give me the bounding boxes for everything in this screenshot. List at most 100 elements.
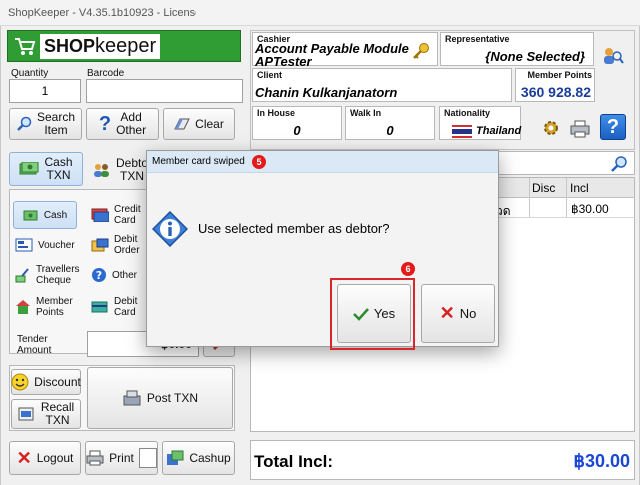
quantity-label: Quantity [11,68,49,79]
representative-label: Representative [445,34,510,44]
payment-debit-card-label: Debit Card [114,296,138,318]
post-txn-label: Post TXN [146,390,199,405]
no-label: No [459,306,477,321]
member-points-icon [15,299,31,315]
cashier-user: APTester [255,55,312,66]
barcode-label: Barcode [87,68,125,79]
member-points-box: Member Points 360 928.82 [515,68,595,102]
in-house-value: 0 [293,123,301,138]
payment-voucher-label: Voucher [38,239,75,251]
cash-txn-label: Cash TXN [44,155,73,182]
payment-other-label: Other [112,269,138,281]
quantity-input[interactable]: 1 [9,79,81,103]
nationality-value: Thailand [476,125,522,137]
dialog-title-bar: Member card swiped 5 [147,151,498,173]
logo-text-shop: SHOP [44,35,96,56]
print-checkbox[interactable] [138,448,157,468]
client-label: Client [257,70,283,80]
thailand-flag-icon [452,125,472,138]
recall-txn-button[interactable]: Recall TXN [11,399,81,429]
representative-value: {None Selected} [485,49,585,64]
clear-label: Clear [195,116,224,131]
col-header-incl: Incl [570,181,589,195]
svg-text:?: ? [96,269,102,282]
search-item-label: Search Item [36,110,76,137]
search-item-button[interactable]: Search Item [9,108,82,140]
cash-txn-button[interactable]: Cash TXN [9,152,83,186]
no-button[interactable]: ✕ No [421,284,495,343]
payment-debit-order[interactable]: Debit Order [91,232,147,258]
payment-other[interactable]: ? Other [91,262,147,288]
cash-register-icon [122,390,142,406]
walk-in-label: Walk In [350,108,382,118]
logout-label: Logout [36,450,74,465]
window-title-bar: ShopKeeper - V4.35.1b10923 - Licensed to… [0,0,640,26]
clear-button[interactable]: Clear [163,108,235,140]
cart-icon [14,36,36,56]
step-badge-5: 5 [252,155,266,169]
total-value: ฿30.00 [573,451,631,471]
in-house-label: In House [257,108,296,118]
payment-member-points-label: Member Points [36,296,73,318]
printer-icon [86,450,104,466]
cashup-button[interactable]: Cashup [162,441,235,475]
step-badge-6: 6 [401,262,415,276]
smiley-icon [11,373,29,391]
close-icon: ✕ [439,303,455,323]
key-icon[interactable] [411,41,431,61]
gear-money-icon[interactable] [541,118,561,138]
representative-box[interactable]: Representative {None Selected} [440,32,594,66]
cashup-icon [166,450,184,466]
representative-lookup-icon[interactable] [602,46,624,66]
cashup-label: Cashup [189,450,231,465]
barcode-input[interactable] [86,79,243,103]
cash-txn-icon [19,162,39,176]
info-icon [151,210,189,250]
discount-button[interactable]: Discount [11,369,81,395]
logout-x-icon: ✕ [16,447,32,468]
magnifier-icon [16,116,32,132]
print-button[interactable]: Print [85,441,158,475]
payment-cash[interactable]: Cash [13,201,77,229]
add-other-button[interactable]: ? Add Other [86,108,159,140]
member-points-label: Member Points [527,70,592,80]
eraser-icon [174,118,190,130]
payment-voucher[interactable]: Voucher [15,232,85,258]
travellers-cheque-icon [15,267,31,283]
debtor-txn-label: Debto TXN [116,156,149,183]
nationality-label: Nationality [444,108,491,118]
nationality-box[interactable]: Nationality Thailand [439,106,521,140]
client-box[interactable]: Client Chanin Kulkanjanatorn [252,68,512,102]
payment-debit-card[interactable]: Debit Card [91,294,147,320]
payment-member-points[interactable]: Member Points [15,294,89,320]
question-icon: ? [98,112,112,135]
quantity-value: 1 [41,84,49,98]
payment-travellers-cheque[interactable]: Travellers Cheque [15,262,89,288]
tender-amount-label: Tender Amount [17,334,52,356]
search-icon[interactable] [610,155,628,173]
total-bar: Total Incl: ฿30.00 [250,440,635,480]
recall-txn-label: Recall TXN [40,400,75,427]
walk-in-value: 0 [386,123,394,138]
post-txn-button[interactable]: Post TXN [87,367,233,429]
logout-button[interactable]: ✕ Logout [9,441,81,475]
walk-in-box: Walk In 0 [345,106,435,140]
payment-credit-card[interactable]: Credit Card [91,202,147,228]
payment-travellers-cheque-label: Travellers Cheque [36,264,80,286]
payment-cash-label: Cash [43,209,68,221]
cashier-value: Account Payable Module [255,41,409,56]
in-house-box: In House 0 [252,106,342,140]
printer-settings-icon[interactable] [570,120,590,138]
yes-button[interactable]: Yes [337,284,411,343]
cashier-box: Cashier Account Payable Module APTester [252,32,438,66]
voucher-icon [15,238,33,252]
col-header-disc: Disc [532,181,556,195]
debit-order-icon [91,238,109,252]
client-value: Chanin Kulkanjanatorn [255,85,398,100]
window-title: ShopKeeper - V4.35.1b10923 - Licensed to… [8,7,196,19]
payment-credit-card-label: Credit Card [114,204,141,226]
recall-icon [18,406,36,422]
debtor-txn-button[interactable]: Debto TXN [93,154,149,186]
add-other-label: Add Other [116,110,147,137]
help-icon[interactable]: ? [600,114,626,140]
